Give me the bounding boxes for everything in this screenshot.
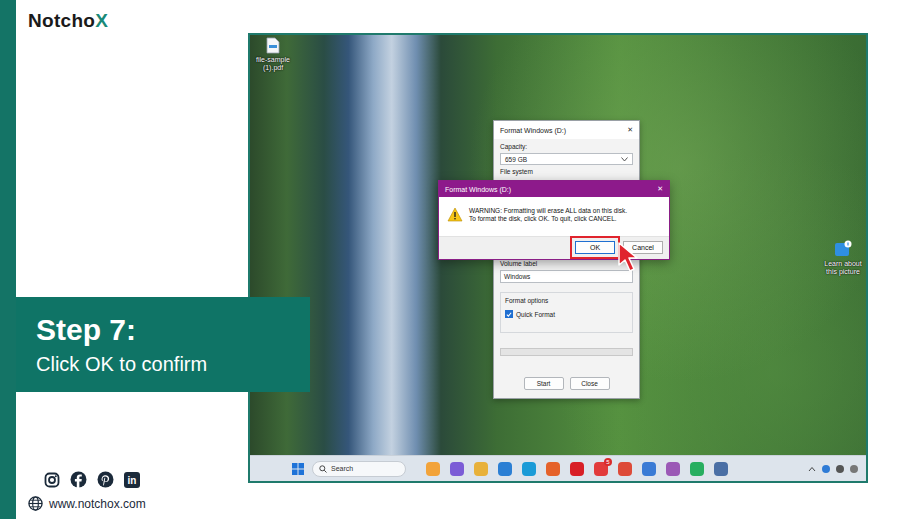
left-column: NotchoX in www.notchox.com [16,0,248,519]
close-button[interactable]: ✕ [657,185,663,193]
warning-dialog: Format Windows (D:) ✕ WARNING: Formattin… [438,180,670,260]
taskbar-app[interactable] [690,462,704,476]
quick-format-checkbox[interactable]: Quick Format [505,310,628,318]
close-button[interactable]: ✕ [627,126,633,134]
instagram-icon[interactable] [44,472,60,488]
capacity-label: Capacity: [500,143,633,150]
format-options-group: Format options Quick Format [500,292,633,333]
system-tray [808,465,858,473]
chevron-up-icon[interactable] [808,466,816,472]
taskbar-app[interactable] [546,462,560,476]
brand-logo: NotchoX [28,10,248,32]
taskbar-app[interactable] [618,462,632,476]
taskbar-app[interactable] [450,462,464,476]
volume-icon[interactable] [850,465,858,473]
pointer-arrow-icon [616,241,642,281]
volume-field[interactable]: Windows [500,270,633,283]
warning-message: WARNING: Formatting will erase ALL data … [469,207,627,224]
desktop: file-sample (1).pdf Learn about this pic… [250,35,866,481]
warning-icon [447,207,463,222]
taskbar-app[interactable] [474,462,488,476]
warning-title-bar: Format Windows (D:) ✕ [439,181,669,197]
taskbar-app[interactable] [666,462,680,476]
desktop-file[interactable]: file-sample (1).pdf [252,37,294,72]
volume-label: Volume label [500,260,633,267]
spotlight-icon [834,240,852,258]
pdf-file-icon [266,37,280,54]
taskbar: Search 5 [250,455,866,481]
taskbar-app[interactable] [498,462,512,476]
taskbar-app[interactable] [522,462,536,476]
website-link[interactable]: www.notchox.com [28,496,248,511]
tutorial-slide: NotchoX in www.notchox.com file-sample (… [0,0,922,519]
taskbar-app[interactable] [426,462,440,476]
format-progress [500,348,633,356]
cloud-icon[interactable] [822,465,830,473]
dialog-button[interactable]: OK [575,241,615,254]
taskbar-app[interactable] [642,462,656,476]
taskbar-app[interactable] [570,462,584,476]
pinterest-icon[interactable] [97,471,114,488]
accent-strip [0,0,16,519]
windows-start-icon[interactable] [292,463,304,475]
file-system-label: File system [500,168,633,175]
step-banner: Step 7: Click OK to confirm [16,297,310,392]
facebook-icon[interactable] [70,471,87,488]
dialog-button[interactable]: Close [570,377,610,390]
search-icon [319,465,327,473]
globe-icon [28,496,43,511]
check-icon [506,311,512,318]
dialog-button[interactable]: Start [524,377,564,390]
linkedin-icon[interactable]: in [124,472,140,488]
taskbar-app[interactable] [714,462,728,476]
taskbar-app[interactable]: 5 [594,462,608,476]
network-icon[interactable] [836,465,844,473]
screenshot: file-sample (1).pdf Learn about this pic… [248,33,868,483]
chevron-down-icon [621,157,628,162]
capacity-select[interactable]: 659 GB [500,153,633,165]
notification-badge: 5 [604,458,612,466]
format-title-bar: Format Windows (D:) ✕ [494,121,639,139]
social-links: in [28,471,248,488]
taskbar-search[interactable]: Search [312,461,406,477]
spotlight-shortcut[interactable]: Learn about this picture [818,240,866,276]
